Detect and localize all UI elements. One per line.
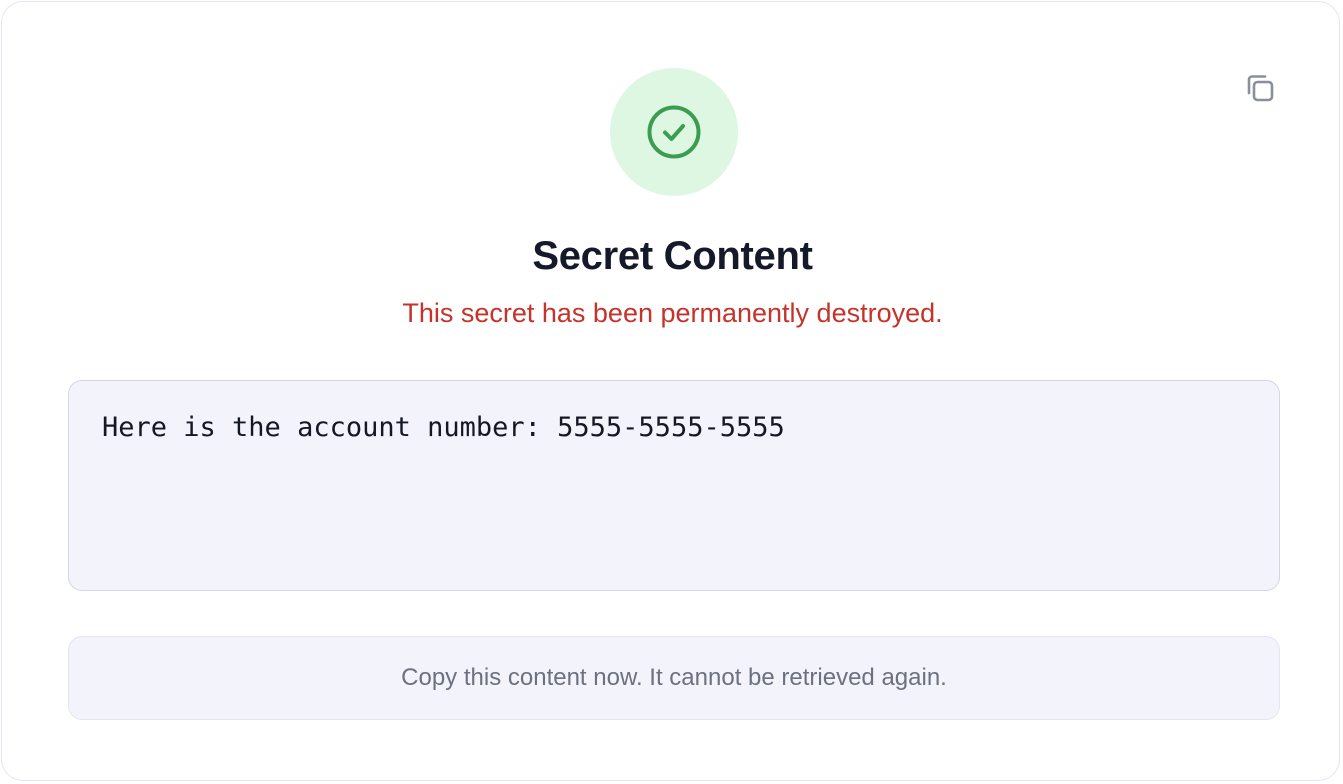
check-circle-icon xyxy=(647,105,701,159)
copy-notice: Copy this content now. It cannot be retr… xyxy=(68,636,1280,720)
copy-button[interactable] xyxy=(1238,66,1282,110)
secret-content-field[interactable]: Here is the account number: 5555-5555-55… xyxy=(68,380,1280,591)
secret-card: Secret Content This secret has been perm… xyxy=(1,1,1340,781)
destroyed-message: This secret has been permanently destroy… xyxy=(402,298,943,328)
copy-notice-text: Copy this content now. It cannot be retr… xyxy=(401,664,947,691)
status-badge xyxy=(610,68,738,196)
page-title: Secret Content xyxy=(532,234,813,278)
copy-icon xyxy=(1247,75,1274,102)
